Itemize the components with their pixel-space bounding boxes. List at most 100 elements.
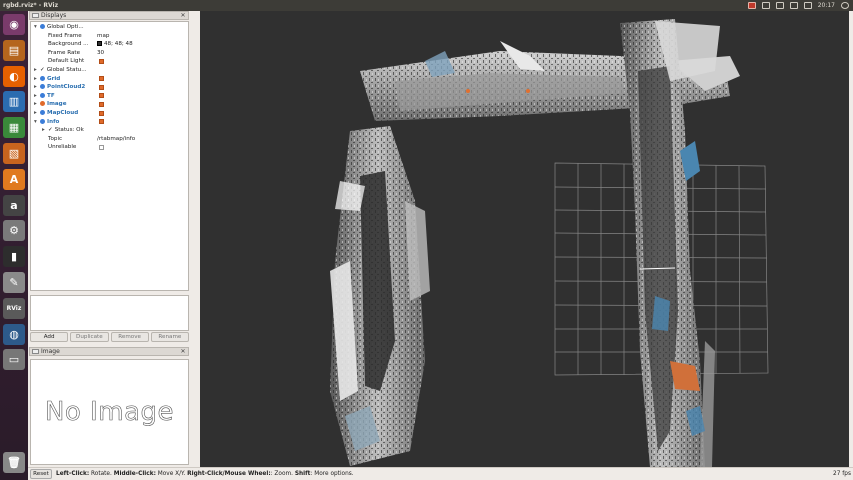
power-icon[interactable] bbox=[841, 2, 849, 9]
trash-icon[interactable]: 🗑 bbox=[3, 452, 25, 473]
3d-viewport[interactable] bbox=[200, 11, 849, 467]
remove-button[interactable]: Remove bbox=[110, 332, 149, 342]
app-icon[interactable]: ◍ bbox=[3, 323, 25, 345]
tree-row-value[interactable]: map bbox=[97, 32, 109, 41]
tree-row-label: TF bbox=[47, 92, 55, 99]
window-title: rgbd.rviz* - RViz bbox=[3, 2, 59, 9]
dash-home-icon[interactable]: ◉ bbox=[3, 14, 25, 35]
tree-row[interactable]: ▸ ✓ Global Statu... bbox=[34, 66, 87, 75]
enable-checkbox[interactable] bbox=[99, 93, 104, 99]
tree-row-label: Status: Ok bbox=[54, 127, 84, 134]
tree-row-value[interactable]: 48; 48; 48 bbox=[97, 40, 133, 49]
system-settings-icon[interactable]: ⚙ bbox=[3, 220, 25, 242]
tree-row[interactable]: Frame Rate bbox=[42, 49, 80, 58]
keyboard-icon[interactable] bbox=[761, 2, 770, 9]
enable-checkbox[interactable] bbox=[99, 101, 104, 107]
expand-right-icon[interactable]: ▸ bbox=[34, 109, 40, 118]
tree-row-value[interactable]: /rtabmap/info bbox=[97, 135, 135, 144]
hint-segment: : Zoom. bbox=[270, 471, 295, 477]
libreoffice-writer-icon[interactable]: ▥ bbox=[3, 91, 25, 113]
image-panel-title: Image bbox=[41, 348, 60, 355]
display-type-icon bbox=[40, 101, 45, 107]
tree-row-label: Global Statu... bbox=[46, 67, 87, 73]
enable-checkbox[interactable] bbox=[99, 110, 104, 116]
software-center-icon[interactable]: A bbox=[3, 168, 25, 190]
panel-splitter[interactable] bbox=[192, 11, 200, 467]
enable-checkbox[interactable] bbox=[99, 144, 104, 150]
tree-row-value-text: /rtabmap/info bbox=[97, 135, 136, 142]
reset-button[interactable]: Reset bbox=[30, 469, 52, 479]
terminal-icon[interactable]: ▮ bbox=[3, 246, 25, 268]
tree-row-value-text: 48; 48; 48 bbox=[104, 41, 133, 48]
expand-down-icon[interactable]: ▾ bbox=[34, 23, 40, 32]
float-icon[interactable] bbox=[32, 349, 39, 354]
close-icon[interactable]: ✕ bbox=[180, 348, 186, 355]
enable-checkbox[interactable] bbox=[99, 76, 104, 82]
amazon-icon[interactable]: a bbox=[3, 194, 25, 216]
tree-row-value-text: map bbox=[97, 32, 110, 39]
duplicate-button[interactable]: Duplicate bbox=[70, 332, 109, 342]
tree-row[interactable]: Default Light bbox=[42, 57, 84, 66]
tree-row-label: Global Opti... bbox=[47, 24, 84, 30]
hint-segment: Left-Click: bbox=[56, 471, 90, 477]
disk-icon[interactable]: ▭ bbox=[3, 349, 25, 371]
close-icon[interactable]: ✕ bbox=[180, 12, 186, 19]
tree-row-label: Info bbox=[47, 118, 60, 125]
enable-checkbox[interactable] bbox=[99, 58, 104, 64]
tree-row[interactable]: Fixed Frame bbox=[42, 32, 82, 41]
bluetooth-icon[interactable] bbox=[775, 2, 784, 9]
tree-row[interactable]: ▸ ✓ Status: Ok bbox=[42, 126, 84, 135]
libreoffice-impress-icon[interactable]: ▧ bbox=[3, 143, 25, 164]
tree-row[interactable]: Unreliable bbox=[42, 143, 76, 152]
tree-row-value[interactable]: 30 bbox=[97, 49, 104, 58]
unity-launcher: ◉ ▤ ◐ ▥ ▦ ▧ Aa ⚙ ▮ ✎ RViz ◍ ▭ 🗑 bbox=[0, 11, 28, 480]
image-panel-header[interactable]: Image ✕ bbox=[29, 347, 189, 356]
enable-checkbox[interactable] bbox=[99, 84, 104, 90]
tree-row-label: Frame Rate bbox=[48, 49, 81, 56]
tree-row[interactable]: ▸ MapCloud bbox=[34, 109, 78, 118]
rename-button[interactable]: Rename bbox=[150, 332, 189, 342]
mouse-hint: Left-Click: Rotate. Middle-Click: Move X… bbox=[56, 468, 354, 480]
point-cloud-render bbox=[330, 19, 769, 467]
float-icon[interactable] bbox=[32, 13, 39, 18]
tree-row-label: Grid bbox=[47, 75, 61, 82]
hint-segment: Move X/Y. bbox=[155, 471, 188, 477]
tree-row[interactable]: ▾ Info bbox=[34, 118, 59, 127]
volume-icon[interactable] bbox=[803, 2, 812, 9]
display-type-icon bbox=[40, 118, 45, 124]
enable-checkbox[interactable] bbox=[99, 119, 104, 125]
add-button[interactable]: Add bbox=[30, 332, 69, 342]
tree-row[interactable]: ▾ Global Opti... bbox=[34, 23, 84, 32]
indicator-icon[interactable] bbox=[747, 2, 756, 9]
text-editor-icon[interactable]: ✎ bbox=[3, 272, 25, 293]
tree-row-label: Default Light bbox=[48, 58, 85, 65]
hint-segment: : More options. bbox=[310, 471, 354, 477]
left-dock-area: Displays ✕ ▾ Global Opti... Fixed Frame map… bbox=[28, 11, 190, 467]
expand-right-icon[interactable]: ▸ bbox=[34, 100, 40, 109]
displays-panel-header[interactable]: Displays ✕ bbox=[29, 11, 189, 20]
display-type-icon bbox=[40, 92, 45, 98]
display-type-icon bbox=[40, 84, 45, 90]
firefox-icon[interactable]: ◐ bbox=[3, 65, 25, 87]
tree-row-label: MapCloud bbox=[47, 110, 79, 116]
fps-counter: 27 fps bbox=[833, 471, 851, 477]
tree-row[interactable]: ▸ TF bbox=[34, 92, 55, 101]
tree-row-label: Fixed Frame bbox=[48, 32, 82, 39]
clock[interactable]: 20:17 bbox=[818, 0, 835, 11]
tree-row-value-text: 30 bbox=[97, 49, 105, 56]
rviz-icon[interactable]: RViz bbox=[3, 297, 25, 319]
tree-row[interactable]: ▸ Grid bbox=[34, 75, 60, 84]
check-icon: ✓ bbox=[40, 67, 45, 73]
file-manager-icon[interactable]: ▤ bbox=[3, 39, 25, 61]
check-icon: ✓ bbox=[48, 127, 53, 134]
network-icon[interactable] bbox=[789, 2, 798, 9]
tree-row[interactable]: ▸ PointCloud2 bbox=[34, 83, 85, 92]
tree-row[interactable]: ▸ Image bbox=[34, 100, 66, 109]
tree-row[interactable]: Background ... bbox=[42, 40, 88, 49]
color-swatch[interactable] bbox=[97, 41, 102, 47]
right-dock-edge bbox=[849, 11, 853, 467]
libreoffice-calc-icon[interactable]: ▦ bbox=[3, 117, 25, 139]
expand-right-icon[interactable]: ▸ bbox=[34, 83, 40, 92]
tree-row[interactable]: Topic bbox=[42, 135, 62, 144]
displays-tree[interactable]: ▾ Global Opti... Fixed Frame map Background … bbox=[30, 21, 189, 291]
